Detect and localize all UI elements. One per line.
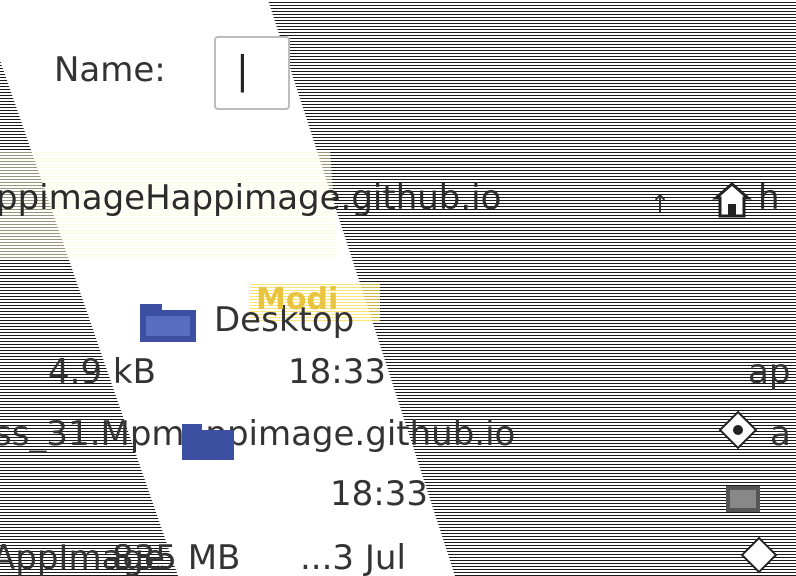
file-size-4: 835 MB <box>112 538 241 576</box>
file-type-1: ap <box>748 352 791 392</box>
screen: Name: | ppimageHappimage.github.io ↑ h D… <box>0 0 796 576</box>
name-input-caret: | <box>236 48 249 92</box>
up-arrow-icon[interactable]: ↑ <box>650 190 670 218</box>
file-icon <box>726 486 760 512</box>
file-date-4: ...3 Jul <box>300 538 406 576</box>
path-breadcrumb-next[interactable]: h <box>758 178 780 218</box>
file-name-2[interactable]: ss_31.Mpmappimage.github.io <box>0 414 515 454</box>
highlight-label: Modi <box>256 282 339 317</box>
gear-icon <box>718 410 758 450</box>
path-breadcrumb[interactable]: ppimageHappimage.github.io <box>0 178 501 218</box>
folder-icon <box>140 304 196 342</box>
file-type-2: a <box>770 414 791 454</box>
file-time-1: 18:33 <box>288 352 386 392</box>
home-icon[interactable] <box>712 180 752 220</box>
gear-icon <box>740 536 778 574</box>
file-time-3: 18:33 <box>330 474 428 514</box>
folder-icon <box>182 424 234 460</box>
file-size-1: 4.9 kB <box>48 352 156 392</box>
name-input[interactable] <box>214 36 290 110</box>
name-label: Name: <box>54 50 166 90</box>
